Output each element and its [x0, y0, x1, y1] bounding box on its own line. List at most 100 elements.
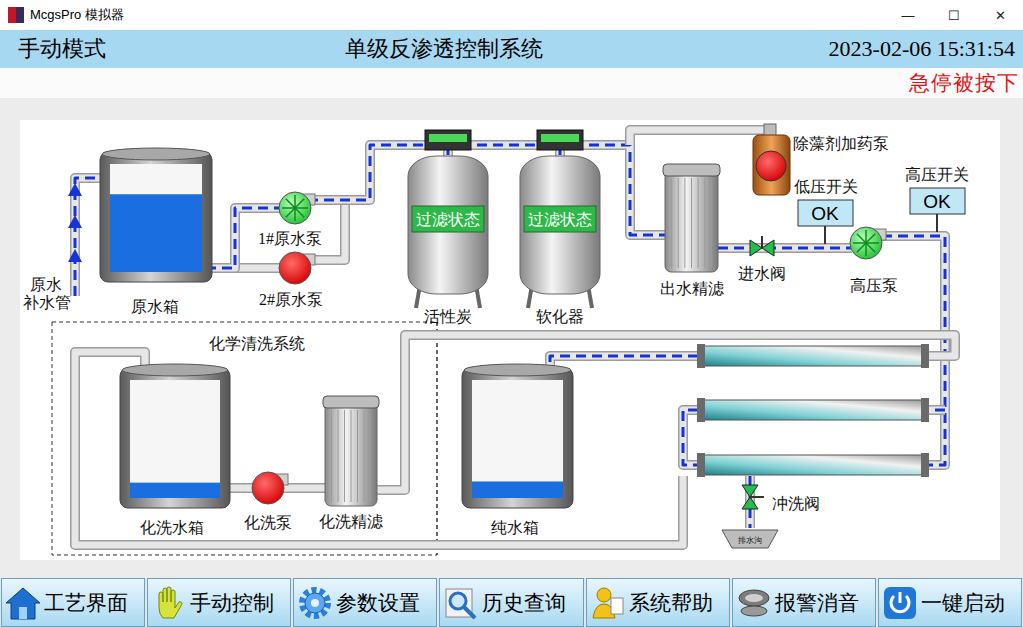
window-title: McgsPro 模拟器 — [30, 6, 885, 24]
nav-label: 参数设置 — [336, 589, 420, 617]
process-area: 化学清洗系统原水补水管原水箱化洗水箱纯水箱过滤状态活性炭过滤状态软化器出水精滤化… — [0, 98, 1023, 578]
pump[interactable]: 1#原水泵 — [258, 192, 322, 247]
system-title: 单级反渗透控制系统 — [345, 34, 543, 64]
cleaning-group-label: 化学清洗系统 — [209, 335, 305, 352]
pipe — [928, 410, 945, 411]
nav-label: 报警消音 — [775, 589, 859, 617]
nav-label: 工艺界面 — [44, 589, 128, 617]
minimize-button[interactable]: — — [885, 0, 931, 30]
pump[interactable]: 高压泵 — [850, 227, 898, 294]
nav-button[interactable]: 参数设置 — [293, 578, 437, 627]
vessel-label: 软化器 — [536, 308, 584, 325]
valve-icon — [750, 240, 774, 256]
pump-stopped-icon — [252, 472, 284, 504]
makeup-label: 补水管 — [23, 294, 71, 311]
tank: 原水箱 — [100, 148, 212, 315]
makeup-label: 原水 — [30, 276, 62, 293]
pump-label: 除藻剂加药泵 — [793, 135, 889, 152]
filter-label: 出水精滤 — [660, 280, 724, 297]
flush-valve[interactable]: 冲洗阀 — [742, 485, 820, 512]
switch-value: OK — [923, 191, 951, 212]
pipe — [550, 356, 698, 372]
pressure-switch: OK 高压开关 — [905, 166, 969, 232]
pump-running-icon — [850, 227, 882, 259]
nav-button[interactable]: 报警消音 — [732, 578, 876, 627]
vessel-display — [425, 130, 471, 150]
close-button[interactable]: ✕ — [977, 0, 1023, 30]
pressure-vessel: 过滤状态活性炭 — [408, 130, 488, 325]
pressure-switch: OK 低压开关 — [794, 178, 858, 244]
nav-button[interactable]: 系统帮助 — [586, 578, 730, 627]
vessel-status: 过滤状态 — [416, 211, 480, 228]
fine-filter: 化洗精滤 — [319, 396, 383, 530]
app-logo-icon — [8, 7, 24, 23]
hmi-screen: McgsPro 模拟器 —☐✕ 手动模式 单级反渗透控制系统 2023-02-0… — [0, 0, 1023, 627]
switch-value: OK — [811, 203, 839, 224]
flow-arrows-icon — [68, 183, 82, 262]
tank: 纯水箱 — [462, 364, 573, 536]
vessel-label: 活性炭 — [424, 308, 472, 325]
header-bar: 手动模式 单级反渗透控制系统 2023-02-06 15:31:54 — [0, 30, 1023, 68]
valve-label: 进水阀 — [738, 265, 786, 282]
vessel-status-badge — [412, 206, 484, 232]
switch-label: 低压开关 — [794, 178, 858, 195]
nav-label: 历史查询 — [482, 589, 566, 617]
vessel-status-badge — [524, 206, 596, 232]
nav-button[interactable]: 工艺界面 — [1, 578, 145, 627]
ro-membrane — [697, 344, 929, 368]
pipe — [718, 248, 852, 249]
valve-label: 冲洗阀 — [772, 495, 820, 512]
pipe — [235, 268, 282, 269]
tank-water-level — [130, 483, 220, 498]
alarm-message: 急停被按下 — [909, 69, 1019, 97]
tank-label: 化洗水箱 — [140, 519, 204, 536]
pump-stopped-icon — [279, 252, 311, 284]
tank: 化洗水箱 — [120, 364, 230, 536]
nav-bar: 工艺界面 手动控制 参数设置 历史查询 系统帮助 报警消音 一键启动 — [0, 578, 1023, 627]
pump[interactable]: 2#原水泵 — [259, 252, 323, 308]
speaker-icon — [735, 584, 773, 622]
drain: 排水沟 — [722, 530, 778, 548]
power-icon — [881, 584, 919, 622]
nav-button[interactable]: 一键启动 — [878, 578, 1022, 627]
pump[interactable]: 化洗泵 — [244, 472, 292, 531]
mode-label: 手动模式 — [18, 34, 345, 64]
dosing-pump[interactable]: 除藻剂加药泵 — [753, 124, 889, 195]
ro-membrane — [697, 453, 929, 477]
nav-button[interactable]: 手动控制 — [147, 578, 291, 627]
pump-label: 化洗泵 — [244, 514, 292, 531]
process-diagram: 化学清洗系统原水补水管原水箱化洗水箱纯水箱过滤状态活性炭过滤状态软化器出水精滤化… — [0, 98, 1023, 578]
pump-label: 2#原水泵 — [259, 291, 323, 308]
nav-label: 一键启动 — [921, 589, 1005, 617]
fine-filter: 出水精滤 — [660, 164, 724, 297]
gear-icon — [296, 584, 334, 622]
hand-icon — [150, 584, 188, 622]
pump-label: 高压泵 — [850, 277, 898, 294]
help-person-icon — [589, 584, 627, 622]
switch-label: 高压开关 — [905, 166, 969, 183]
alarm-strip: 急停被按下 — [0, 68, 1023, 98]
pump-running-icon — [279, 192, 311, 224]
tank-water-level — [110, 194, 202, 272]
pipe — [75, 352, 683, 545]
pipe — [630, 130, 770, 145]
nav-button[interactable]: 历史查询 — [439, 578, 583, 627]
maximize-button[interactable]: ☐ — [931, 0, 977, 30]
vessel-display — [537, 130, 583, 150]
nav-label: 手动控制 — [190, 589, 274, 617]
tank-label: 纯水箱 — [491, 519, 539, 536]
home-icon — [4, 584, 42, 622]
magnifier-icon — [442, 584, 480, 622]
pipe — [683, 410, 698, 465]
tank-label: 原水箱 — [131, 298, 179, 315]
pump-label: 1#原水泵 — [258, 230, 322, 247]
inlet-valve[interactable]: 进水阀 — [738, 236, 786, 282]
drain-label: 排水沟 — [738, 536, 762, 545]
datetime: 2023-02-06 15:31:54 — [829, 36, 1015, 62]
dosing-pump-state-icon — [756, 151, 786, 181]
ro-membrane — [697, 398, 929, 422]
canvas — [20, 120, 1000, 560]
pressure-vessel: 过滤状态软化器 — [520, 130, 600, 325]
tank-water-level — [472, 481, 563, 498]
nav-label: 系统帮助 — [629, 589, 713, 617]
